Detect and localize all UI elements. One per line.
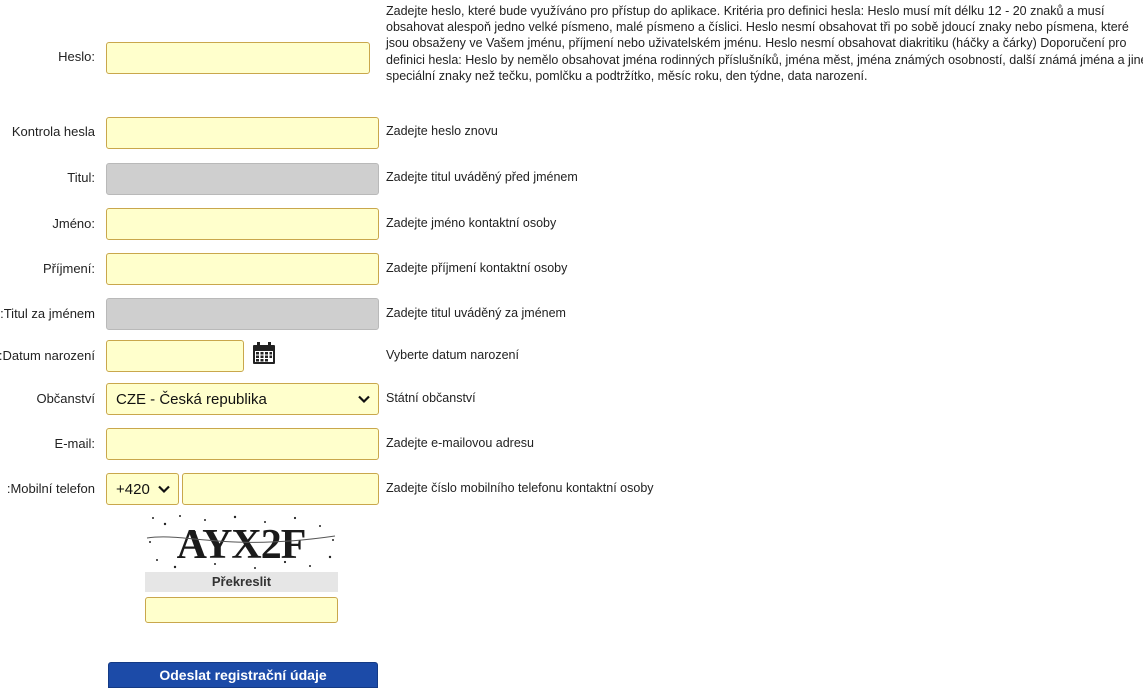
citizenship-selected-value: CZE - Česká republika <box>116 390 267 408</box>
password-check-label: Kontrola hesla <box>11 124 95 139</box>
citizenship-select[interactable]: CZE - Česká republika <box>106 383 379 415</box>
captcha-text: AYX2F <box>177 522 306 568</box>
captcha-input[interactable] <box>145 597 338 623</box>
first-name-input[interactable] <box>106 208 379 240</box>
redraw-captcha-button[interactable]: Překreslit <box>145 572 338 592</box>
birth-date-hint: Vyberte datum narození <box>386 348 519 362</box>
captcha-box: AYX2F Překreslit <box>145 512 338 592</box>
chevron-down-icon <box>158 485 170 494</box>
title-before-input <box>106 163 379 195</box>
chevron-down-icon <box>358 395 370 404</box>
email-input[interactable] <box>106 428 379 460</box>
mobile-hint: Zadejte číslo mobilního telefonu kontakt… <box>386 481 654 495</box>
birth-date-label-text: Datum narození: <box>0 348 95 363</box>
last-name-label: Příjmení: <box>42 261 95 276</box>
password-hint-line: jsou obsaženy ve Vašem jménu, příjmení n… <box>386 36 1127 51</box>
email-hint: Zadejte e-mailovou adresu <box>386 436 534 450</box>
title-after-label-text: Titul za jménem: <box>0 306 95 321</box>
calendar-icon[interactable] <box>252 341 276 365</box>
first-name-hint: Zadejte jméno kontaktní osoby <box>386 216 557 230</box>
email-label: E-mail: <box>54 436 95 451</box>
last-name-hint: Zadejte příjmení kontaktní osoby <box>386 261 568 275</box>
password-input[interactable] <box>106 42 370 74</box>
password-hint-line: Zadejte heslo, které bude využíváno pro … <box>386 4 1105 18</box>
title-after-hint: Zadejte titul uváděný za jménem <box>386 306 566 320</box>
phone-prefix-select[interactable]: +420 <box>106 473 179 505</box>
first-name-label: Jméno: <box>52 216 95 231</box>
submit-registration-button[interactable]: Odeslat registrační údaje <box>108 662 378 688</box>
citizenship-hint: Státní občanství <box>386 391 476 405</box>
password-hint: Zadejte heslo, které bude využíváno pro … <box>386 3 1143 84</box>
birth-date-input[interactable] <box>106 340 244 372</box>
password-hint-line: definici hesla: Heslo by nemělo obsahova… <box>386 52 1143 67</box>
phone-prefix-value: +420 <box>116 480 150 498</box>
title-after-label: Titul za jménem: <box>0 306 95 321</box>
password-label: Heslo: <box>58 49 95 64</box>
captcha-image: AYX2F <box>145 512 338 572</box>
password-hint-line: speciální znaky než tečku, pomlčku a pod… <box>386 68 868 83</box>
title-after-input <box>106 298 379 330</box>
password-check-input[interactable] <box>106 117 379 149</box>
title-before-hint: Zadejte titul uváděný před jménem <box>386 170 578 184</box>
citizenship-label: Občanství <box>36 391 95 406</box>
last-name-input[interactable] <box>106 253 379 285</box>
password-check-hint: Zadejte heslo znovu <box>386 124 498 138</box>
password-hint-line: obsahovat alespoň jedno velké písmeno, m… <box>386 20 1129 35</box>
birth-date-label: Datum narození: <box>0 348 95 363</box>
mobile-number-input[interactable] <box>182 473 379 505</box>
mobile-label: Mobilní telefon: <box>0 481 95 496</box>
title-before-label: Titul: <box>67 170 95 185</box>
mobile-label-text: Mobilní telefon: <box>6 481 95 496</box>
